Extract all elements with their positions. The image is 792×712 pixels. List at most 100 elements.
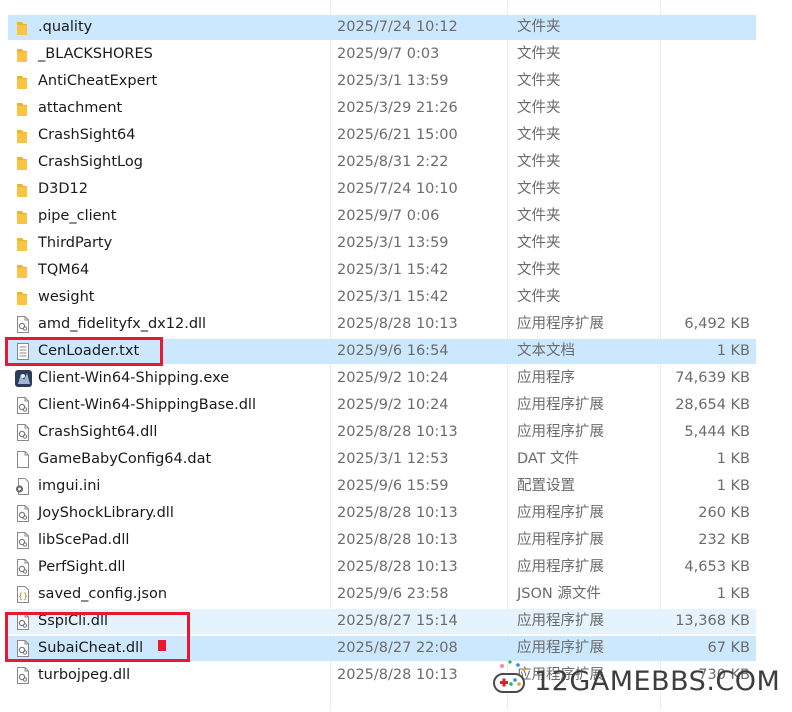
file-type: 文件夹 [517,73,561,89]
file-row[interactable]: D3D12 2025/7/24 10:10 文件夹 [8,177,756,202]
file-row[interactable]: amd_fidelityfx_dx12.dll 2025/8/28 10:13 应用… [8,312,756,337]
file-modified-date: 2025/7/24 10:10 [337,181,458,197]
file-name: saved_config.json [38,586,168,602]
highlight-box-cenloader [5,337,163,366]
file-row[interactable]: CrashSight64.dll 2025/8/28 10:13 应用程序扩展 5,4… [8,420,756,445]
file-type: 文件夹 [517,208,561,224]
file-modified-date: 2025/8/28 10:13 [337,559,458,575]
blank-file-icon [14,450,32,469]
file-name: Client-Win64-ShippingBase.dll [38,397,256,413]
file-modified-date: 2025/6/21 15:00 [337,127,458,143]
file-type: 文件夹 [517,181,561,197]
file-row[interactable]: attachment 2025/3/29 21:26 文件夹 [8,96,756,121]
file-row[interactable]: wesight 2025/3/1 15:42 文件夹 [8,285,756,310]
file-type: 文本文档 [517,343,575,359]
file-name: wesight [38,289,95,305]
folder-icon [14,207,32,226]
exe-app-icon [14,369,32,388]
file-name: turbojpeg.dll [38,667,131,683]
file-name: amd_fidelityfx_dx12.dll [38,316,207,332]
file-row[interactable]: GameBabyConfig64.dat 2025/3/1 12:53 DAT 文件… [8,447,756,472]
file-modified-date: 2025/9/7 0:06 [337,208,440,224]
file-name: CrashSightLog [38,154,143,170]
dll-file-icon [14,531,32,550]
file-name: imgui.ini [38,478,101,494]
file-row[interactable]: {} saved_config.json 2025/9/6 23:58 JSON 源文… [8,582,756,607]
file-row[interactable]: Client-Win64-Shipping.exe 2025/9/2 10:24 应… [8,366,756,391]
folder-icon [14,126,32,145]
file-modified-date: 2025/3/1 13:59 [337,73,449,89]
file-row[interactable]: pipe_client 2025/9/7 0:06 文件夹 [8,204,756,229]
file-row[interactable]: libScePad.dll 2025/8/28 10:13 应用程序扩展 232 KB [8,528,756,553]
file-name: AntiCheatExpert [38,73,158,89]
file-type: 文件夹 [517,154,561,170]
file-row[interactable]: imgui.ini 2025/9/6 15:59 配置设置 1 KB [8,474,756,499]
file-modified-date: 2025/8/28 10:13 [337,424,458,440]
file-row[interactable]: _BLACKSHORES 2025/9/7 0:03 文件夹 [8,42,756,67]
file-row[interactable]: TQM64 2025/3/1 15:42 文件夹 [8,258,756,283]
file-size: 1 KB [716,343,750,359]
file-name: pipe_client [38,208,117,224]
watermark-text: 12GAMEBBS.COM [534,666,781,697]
file-type: 应用程序 [517,370,575,386]
file-type: 应用程序扩展 [517,559,604,575]
file-type: DAT 文件 [517,451,580,467]
file-type: 文件夹 [517,100,561,116]
file-type: 应用程序扩展 [517,505,604,521]
folder-icon [14,18,32,37]
file-row[interactable]: JoyShockLibrary.dll 2025/8/28 10:13 应用程序扩展… [8,501,756,526]
file-name: CrashSight64 [38,127,136,143]
file-row[interactable]: CrashSight64 2025/6/21 15:00 文件夹 [8,123,756,148]
folder-icon [14,288,32,307]
file-modified-date: 2025/3/1 15:42 [337,262,449,278]
dll-file-icon [14,504,32,523]
file-row[interactable]: .quality 2025/7/24 10:12 文件夹 [8,15,756,40]
file-type: 应用程序扩展 [517,316,604,332]
file-name: TQM64 [38,262,90,278]
file-modified-date: 2025/3/1 13:59 [337,235,449,251]
file-row[interactable]: CrashSightLog 2025/8/31 2:22 文件夹 [8,150,756,175]
folder-icon [14,45,32,64]
folder-icon [14,72,32,91]
folder-icon [14,99,32,118]
file-name: JoyShockLibrary.dll [38,505,174,521]
gamepad-logo-icon [493,660,526,693]
file-row[interactable]: AntiCheatExpert 2025/3/1 13:59 文件夹 [8,69,756,94]
file-name: PerfSight.dll [38,559,126,575]
dll-file-icon [14,423,32,442]
file-type: 应用程序扩展 [517,613,604,629]
dll-file-icon [14,396,32,415]
file-size: 260 KB [698,505,750,521]
file-type: 文件夹 [517,262,561,278]
dll-file-icon [14,315,32,334]
file-name: _BLACKSHORES [38,46,153,62]
ini-file-icon [14,477,32,496]
file-modified-date: 2025/3/1 12:53 [337,451,449,467]
file-name: libScePad.dll [38,532,130,548]
folder-icon [14,153,32,172]
file-type: 配置设置 [517,478,575,494]
file-name: D3D12 [38,181,89,197]
file-size: 74,639 KB [675,370,750,386]
file-modified-date: 2025/8/28 10:13 [337,667,458,683]
file-modified-date: 2025/9/2 10:24 [337,397,449,413]
file-size: 1 KB [716,586,750,602]
file-name: Client-Win64-Shipping.exe [38,370,230,386]
file-type: JSON 源文件 [517,586,601,602]
file-size: 13,368 KB [675,613,750,629]
folder-icon [14,261,32,280]
file-name: CrashSight64.dll [38,424,158,440]
file-type: 应用程序扩展 [517,532,604,548]
file-row[interactable]: PerfSight.dll 2025/8/28 10:13 应用程序扩展 4,653 … [8,555,756,580]
file-row[interactable]: ThirdParty 2025/3/1 13:59 文件夹 [8,231,756,256]
file-type: 文件夹 [517,46,561,62]
file-type: 应用程序扩展 [517,424,604,440]
file-modified-date: 2025/8/28 10:13 [337,505,458,521]
file-modified-date: 2025/8/28 10:13 [337,532,458,548]
file-size: 6,492 KB [684,316,750,332]
folder-icon [14,180,32,199]
file-modified-date: 2025/9/6 15:59 [337,478,449,494]
file-modified-date: 2025/9/7 0:03 [337,46,440,62]
file-row[interactable]: Client-Win64-ShippingBase.dll 2025/9/2 10… [8,393,756,418]
highlight-box-dll-files [5,612,190,662]
